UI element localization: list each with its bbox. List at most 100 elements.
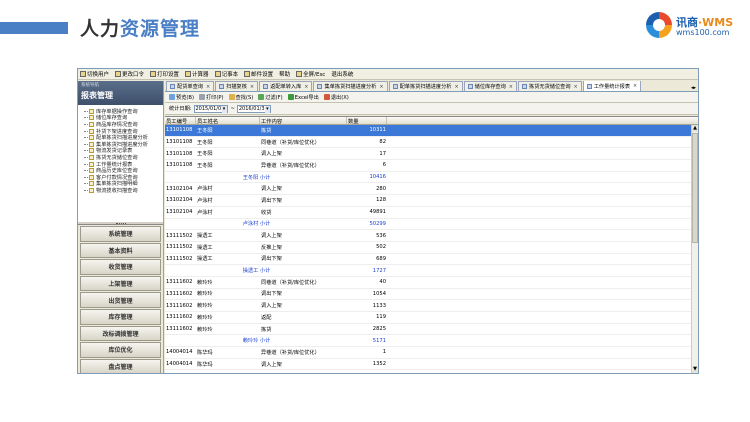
menu-item[interactable]: 切换用户 [80,70,109,78]
close-icon[interactable]: × [379,84,383,90]
toolbar-button-label: 预览(B) [176,94,194,101]
table-row[interactable]: 13101108 王冬阳 调入上架 17 [165,148,698,161]
report-icon [89,174,94,180]
module-button[interactable]: 库存管理 [80,308,161,325]
employee-name-cell: 赖玲玲 [197,326,213,333]
table-row[interactable]: 14004014 陈华玛 调入上架 1352 [165,359,698,371]
table-row[interactable]: 13111602 赖玲玲 返配 119 [165,312,698,324]
close-icon[interactable]: × [633,83,637,89]
employee-name-cell: 卢泳村 [197,186,213,193]
module-button[interactable]: 出货管理 [80,292,161,308]
toolbar-button-label: 查找(S) [235,94,254,101]
subtotal-qty: 10416 [369,174,386,181]
table-row[interactable]: 13102104 卢泳村 调出下架 128 [165,195,698,207]
table-row[interactable]: 13111602 赖玲玲 调出下架 1054 [165,289,698,301]
scroll-up-icon[interactable]: ▲ [692,125,698,132]
toolbar-button[interactable]: 退出(X) [323,94,349,101]
tab[interactable]: 扫描复核 × [215,81,259,91]
subtotal-row[interactable]: 赖玲玲 小计 5171 [165,335,698,348]
employee-id-cell: 13111602 [166,290,193,297]
menu-item[interactable]: 帮助 [279,70,290,78]
printer-icon [150,71,157,77]
close-icon[interactable]: × [574,84,578,90]
tab-label: 工作量统计报表 [593,83,631,90]
close-icon[interactable]: × [304,84,308,90]
sidebar-title: 报表管理 [81,91,113,100]
table-row[interactable]: 13111602 赖玲玲 同巷道（补货/库位优化） 40 [165,277,698,289]
menu-item[interactable]: 全屏/Esc [296,70,325,78]
scroll-thumb[interactable] [692,133,698,243]
module-button[interactable]: 改标调拨管理 [80,325,161,342]
menu-item[interactable]: 邮件设置 [244,70,273,78]
work-content-cell: 调入上架 [261,233,282,240]
report-icon [89,135,94,141]
menu-item[interactable]: 计算器 [185,70,209,78]
slide-accent-bar [0,22,68,34]
scroll-down-icon[interactable]: ▼ [692,366,698,373]
employee-id-cell: 13111502 [166,255,193,262]
toolbar-button[interactable]: 预览(B) [169,94,194,101]
brand-logo: 讯商·WMS wms100.com [646,12,736,42]
tab[interactable]: 拣货无货储位查询 × [518,81,582,91]
table-row[interactable]: 13111502 操透工 调入上架 536 [165,230,698,242]
column-header[interactable]: 员工姓名 [196,117,260,125]
table-row[interactable]: 13102104 卢泳村 调入上架 280 [165,183,698,196]
module-button[interactable]: 系统管理 [80,226,161,242]
column-header[interactable]: 员工编号 [165,117,196,125]
table-row[interactable]: 13111502 操透工 调出下架 689 [165,254,698,266]
tab[interactable]: 工作量统计报表 × [582,81,642,91]
table-row[interactable]: 13101108 王冬阳 异巷道（补货/库位优化） 6 [165,160,698,172]
date-to-picker[interactable]: 2016/01/31 [236,104,271,113]
employee-id-cell: 13101108 [166,127,193,134]
menu-item-label: 帮助 [279,72,291,78]
module-button[interactable]: 收货管理 [80,259,161,275]
vertical-scrollbar[interactable]: ▲ ▼ [691,125,698,373]
table-row[interactable]: 13101108 王冬阳 同巷道（补货/库位优化） 82 [165,137,698,149]
work-content-cell: 拣货 [261,127,272,134]
tree-item[interactable]: 物流揽收扫描查询 [84,187,161,194]
module-button[interactable]: 基本资料 [80,242,161,259]
chevron-right-icon[interactable]: ▸ [693,85,696,91]
tab[interactable]: 储位库存查询 × [463,81,517,91]
toolbar-button[interactable]: Excel导出 [287,94,319,101]
toolbar-button[interactable]: 过滤(F) [258,94,283,101]
slide-title-highlight: 资源管理 [120,18,201,40]
work-content-cell: 调出下架 [261,256,282,263]
toolbar-button[interactable]: 查找(S) [228,94,254,101]
subtotal-row[interactable]: 王冬阳 小计 10416 [165,172,698,184]
menu-item[interactable]: 记事本 [214,70,238,78]
menu-item-label: 全屏/Esc [303,72,326,78]
subtotal-row[interactable]: 卢泳村 小计 50299 [165,219,698,231]
close-icon[interactable]: × [206,84,210,90]
table-row[interactable]: 13101108 王冬阳 拣货 10311 [165,125,698,137]
tab[interactable]: 配单拣货扫描进度分析 × [388,81,463,91]
table-row[interactable]: 13111502 操透工 反推上架 502 [165,242,698,254]
toolbar-button[interactable]: 打印(P) [198,94,224,101]
close-icon[interactable]: × [454,84,458,90]
tab[interactable]: 返配单转入库 × [259,81,313,91]
column-header[interactable]: 工作内容 [260,117,347,125]
module-button[interactable]: 上架管理 [80,275,161,292]
work-content-cell: 反推上架 [261,244,282,251]
table-row[interactable]: 13111602 赖玲玲 调入上架 1133 [165,300,698,312]
tab-label: 配货单查询 [177,84,203,90]
table-row[interactable]: 13111602 赖玲玲 拣货 2825 [165,324,698,336]
table-row[interactable]: 13102104 卢泳村 收货 49891 [165,207,698,219]
report-icon [89,168,94,174]
menu-item[interactable]: 打印设置 [150,70,179,78]
module-button[interactable]: 盘点管理 [80,358,161,373]
close-icon[interactable]: × [509,84,513,90]
employee-name-cell: 王冬阳 [197,127,213,134]
tab[interactable]: 集单拣货扫描进度分析 × [313,81,388,91]
date-from-picker[interactable]: 2015/01/01 [193,104,228,113]
close-icon[interactable]: × [250,84,254,90]
module-button[interactable]: 库位优化 [80,342,161,358]
sidebar-splitter[interactable] [78,221,163,225]
subtotal-row[interactable]: 操透工 小计 1727 [165,265,698,277]
column-header[interactable]: 数量 [347,117,387,125]
menu-item[interactable]: 更改口令 [115,70,144,78]
menu-item[interactable]: 退出系统 [331,70,353,78]
tab[interactable]: 配货单查询 × [166,81,215,91]
table-row[interactable]: 14004014 陈华玛 异巷道（补货/库位优化） 1 [165,347,698,359]
filter-icon [258,94,265,100]
